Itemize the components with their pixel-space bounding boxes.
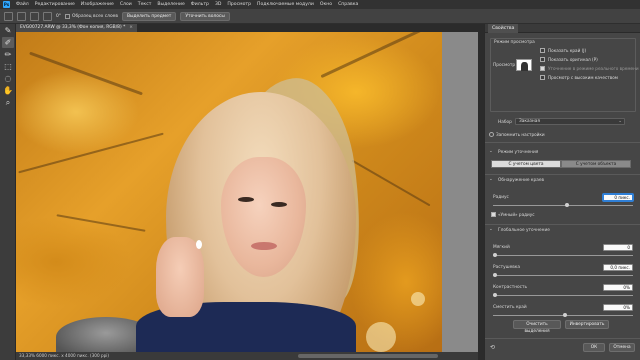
sample-all-layers-checkbox[interactable] bbox=[65, 13, 70, 19]
shift-edge-field[interactable]: 0% bbox=[603, 304, 633, 311]
canvas[interactable] bbox=[16, 32, 478, 352]
subject-hand bbox=[156, 237, 204, 317]
show-edge-label: Показать край (J) bbox=[548, 48, 587, 53]
divider bbox=[485, 174, 640, 175]
view-mode-title: Режим просмотра bbox=[494, 40, 535, 45]
add-to-selection-icon[interactable] bbox=[17, 11, 26, 21]
tab-properties[interactable]: Свойства bbox=[488, 23, 519, 33]
angle-value[interactable]: 0° bbox=[56, 14, 61, 19]
menu-plugins[interactable]: Подключаемые модули bbox=[257, 2, 314, 7]
chevron-down-icon[interactable]: ⌄ bbox=[489, 149, 493, 154]
realtime-refine-checkbox[interactable] bbox=[540, 66, 545, 71]
clear-selection-button[interactable]: Очистить выделения bbox=[513, 320, 561, 334]
menu-bar: Ps Файл Редактирование Изображение Слои … bbox=[0, 0, 640, 9]
status-bar: 33,33% 6000 пикс. x 4000 пикс. (300 ppi) bbox=[16, 352, 478, 360]
smart-radius-checkbox[interactable] bbox=[491, 212, 496, 217]
brush-icon[interactable]: ✎ bbox=[2, 25, 14, 36]
lasso-icon[interactable]: ◌ bbox=[2, 73, 14, 84]
contrast-label: Контрастность bbox=[493, 285, 528, 290]
horizontal-scrollbar[interactable] bbox=[298, 354, 438, 358]
menu-file[interactable]: Файл bbox=[16, 2, 29, 7]
preset-value: Заказная bbox=[519, 119, 540, 124]
panel-header: Свойства bbox=[485, 23, 640, 33]
shift-edge-slider[interactable] bbox=[493, 313, 633, 317]
preset-label: Набор bbox=[498, 120, 512, 125]
refine-mode-title: Режим уточнения bbox=[498, 150, 539, 155]
feather-slider[interactable] bbox=[493, 273, 633, 277]
radius-field[interactable]: 0 пикс. bbox=[603, 194, 633, 201]
chevron-down-icon[interactable]: ⌄ bbox=[489, 177, 493, 182]
global-refinements-title: Глобальное уточнение bbox=[498, 228, 550, 233]
menu-view[interactable]: Просмотр bbox=[227, 2, 251, 7]
hand-icon[interactable]: ✋ bbox=[2, 85, 14, 96]
subtract-from-selection-icon[interactable] bbox=[30, 11, 39, 21]
edge-detection-title: Обнаружение краев bbox=[498, 178, 545, 183]
divider bbox=[485, 142, 640, 143]
show-original-label: Показать оригинал (P) bbox=[548, 57, 598, 62]
remember-settings-label: Запомнить настройки bbox=[496, 132, 545, 137]
menu-help[interactable]: Справка bbox=[338, 2, 358, 7]
properties-panel: Свойства Режим просмотра Просмотр Показа… bbox=[484, 23, 640, 360]
reset-icon[interactable]: ⟲ bbox=[490, 344, 495, 351]
color-aware-button[interactable]: С учетом цвета bbox=[491, 160, 561, 168]
document-title: EVG00727.ARW @ 33,3% (Фон копия, RGB/8) … bbox=[20, 25, 126, 30]
smooth-slider[interactable] bbox=[493, 253, 633, 257]
divider bbox=[485, 224, 640, 225]
feather-field[interactable]: 0,0 пикс. bbox=[603, 264, 633, 271]
view-mode-thumbnail[interactable] bbox=[516, 59, 532, 71]
smooth-label: Мягкий bbox=[493, 245, 510, 250]
document-tab[interactable]: EVG00727.ARW @ 33,3% (Фон копия, RGB/8) … bbox=[16, 24, 137, 32]
cancel-button[interactable]: Отмена bbox=[609, 343, 635, 352]
close-icon[interactable]: × bbox=[129, 24, 133, 32]
tool-preset-icon[interactable] bbox=[4, 11, 13, 21]
menu-3d[interactable]: 3D bbox=[215, 2, 221, 7]
contrast-field[interactable]: 0% bbox=[603, 284, 633, 291]
select-subject-button[interactable]: Выделить предмет bbox=[121, 11, 177, 21]
realtime-refine-label: Уточнение в режиме реального времени bbox=[548, 66, 639, 71]
object-aware-button[interactable]: С учетом объекта bbox=[561, 160, 631, 168]
invert-button[interactable]: Инвертировать bbox=[565, 320, 609, 329]
view-label: Просмотр bbox=[493, 63, 516, 68]
sample-all-layers-label: Образец всех слоев bbox=[72, 13, 118, 19]
document-status: 33,33% 6000 пикс. x 4000 пикс. (300 ppi) bbox=[19, 353, 110, 358]
photo-image bbox=[16, 32, 442, 352]
remember-settings-radio[interactable] bbox=[489, 132, 494, 137]
document-tab-bar: EVG00727.ARW @ 33,3% (Фон копия, RGB/8) … bbox=[16, 24, 478, 32]
shift-edge-label: Сместить край bbox=[493, 305, 527, 310]
zoom-icon[interactable]: ⌕ bbox=[2, 97, 14, 108]
refine-hair-button[interactable]: Уточнить волосы bbox=[180, 11, 230, 21]
photoshop-logo: Ps bbox=[3, 1, 10, 8]
menu-edit[interactable]: Редактирование bbox=[35, 2, 75, 7]
show-original-checkbox[interactable] bbox=[540, 57, 545, 62]
feather-label: Растушевка bbox=[493, 265, 520, 270]
preset-select[interactable]: Заказная ⌄ bbox=[515, 118, 625, 125]
high-quality-checkbox[interactable] bbox=[540, 75, 545, 80]
menu-window[interactable]: Окно bbox=[320, 2, 332, 7]
canvas-background bbox=[442, 32, 478, 352]
menu-image[interactable]: Изображение bbox=[81, 2, 114, 7]
brush-tool-icon[interactable]: ✏ bbox=[2, 49, 14, 60]
tools-panel: ✎ ✐ ✏ ⬚ ◌ ✋ ⌕ bbox=[0, 24, 16, 360]
chevron-down-icon[interactable]: ⌄ bbox=[489, 227, 493, 232]
brush-size-icon[interactable] bbox=[43, 11, 52, 21]
high-quality-label: Просмотр с высоким качеством bbox=[548, 75, 618, 80]
divider bbox=[485, 338, 640, 339]
menu-layers[interactable]: Слои bbox=[120, 2, 132, 7]
refine-edge-brush-icon[interactable]: ✐ bbox=[2, 37, 14, 48]
ok-button[interactable]: ОК bbox=[583, 343, 605, 352]
menu-select[interactable]: Выделение bbox=[157, 2, 184, 7]
show-edge-checkbox[interactable] bbox=[540, 48, 545, 53]
chevron-down-icon: ⌄ bbox=[618, 119, 622, 124]
radius-label: Радиус bbox=[493, 195, 509, 200]
radius-slider[interactable] bbox=[493, 203, 633, 207]
smart-radius-label: «Умный» радиус bbox=[498, 212, 535, 217]
menu-type[interactable]: Текст bbox=[138, 2, 152, 7]
smooth-field[interactable]: 0 bbox=[603, 244, 633, 251]
contrast-slider[interactable] bbox=[493, 293, 633, 297]
object-selection-icon[interactable]: ⬚ bbox=[2, 61, 14, 72]
menu-filter[interactable]: Фильтр bbox=[191, 2, 209, 7]
options-bar: 0° Образец всех слоев Выделить предмет У… bbox=[0, 9, 640, 24]
